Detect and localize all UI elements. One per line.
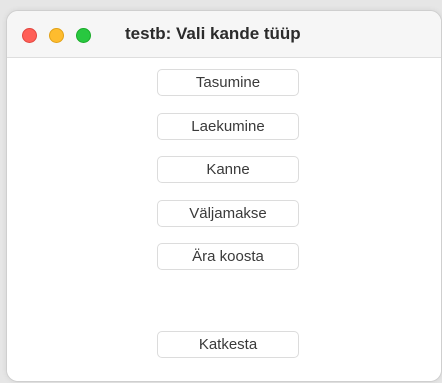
katkesta-button[interactable]: Katkesta xyxy=(157,331,299,358)
laekumine-button[interactable]: Laekumine xyxy=(157,113,299,140)
button-panel: Tasumine Laekumine Kanne Väljamakse Ära … xyxy=(7,58,441,381)
title-bar[interactable]: testb: Vali kande tüüp xyxy=(7,11,441,58)
window-title: testb: Vali kande tüüp xyxy=(125,24,301,43)
minimize-window-button[interactable] xyxy=(49,28,64,43)
dialog-window: testb: Vali kande tüüp Tasumine Laekumin… xyxy=(6,10,442,382)
close-window-button[interactable] xyxy=(22,28,37,43)
valjamakse-button[interactable]: Väljamakse xyxy=(157,200,299,227)
zoom-window-button[interactable] xyxy=(76,28,91,43)
kanne-button[interactable]: Kanne xyxy=(157,156,299,183)
tasumine-button[interactable]: Tasumine xyxy=(157,69,299,96)
ara-koosta-button[interactable]: Ära koosta xyxy=(157,243,299,270)
